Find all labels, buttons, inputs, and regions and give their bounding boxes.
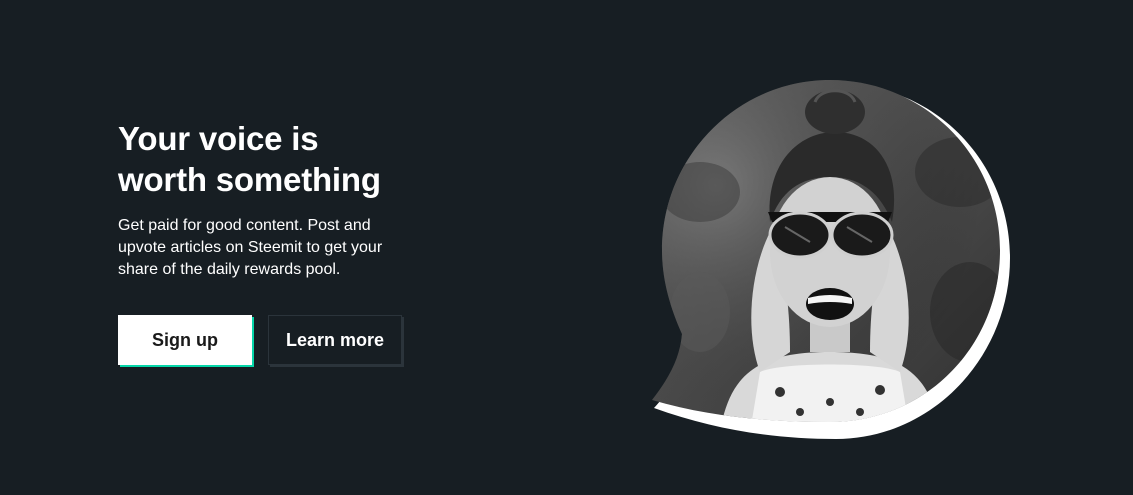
sign-up-button[interactable]: Sign up bbox=[118, 315, 252, 365]
speech-bubble-photo bbox=[652, 80, 1010, 439]
hero-headline: Your voice is worth something bbox=[118, 118, 448, 200]
headline-line-2: worth something bbox=[118, 161, 381, 198]
hero-description: Get paid for good content. Post and upvo… bbox=[118, 217, 383, 278]
learn-more-button[interactable]: Learn more bbox=[268, 315, 402, 365]
hero-text-block: Your voice is worth something Get paid f… bbox=[118, 118, 448, 281]
headline-line-1: Your voice is bbox=[118, 120, 319, 157]
